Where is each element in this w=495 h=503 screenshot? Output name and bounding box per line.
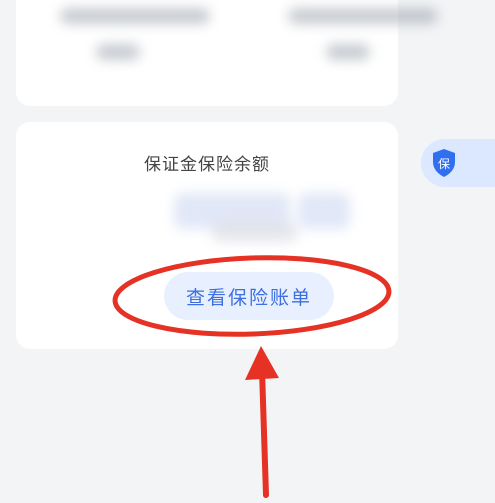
blurred-label-right [288, 8, 438, 24]
annotation-arrow-head [245, 346, 279, 380]
blurred-value-right [326, 44, 370, 60]
blurred-value-left [96, 44, 140, 60]
blurred-amount-suffix [298, 193, 350, 229]
annotation-arrow-shaft [259, 367, 269, 498]
view-insurance-bill-button[interactable]: 查看保险账单 [164, 272, 334, 320]
summary-card [16, 0, 438, 106]
shield-icon: 保 [433, 149, 455, 177]
blurred-amount-shadow [212, 222, 298, 242]
blurred-label-left [60, 8, 210, 24]
insurance-badge[interactable]: 保 [421, 139, 495, 187]
insurance-balance-title: 保证金保险余额 [144, 155, 270, 175]
shield-badge-text: 保 [438, 157, 450, 171]
